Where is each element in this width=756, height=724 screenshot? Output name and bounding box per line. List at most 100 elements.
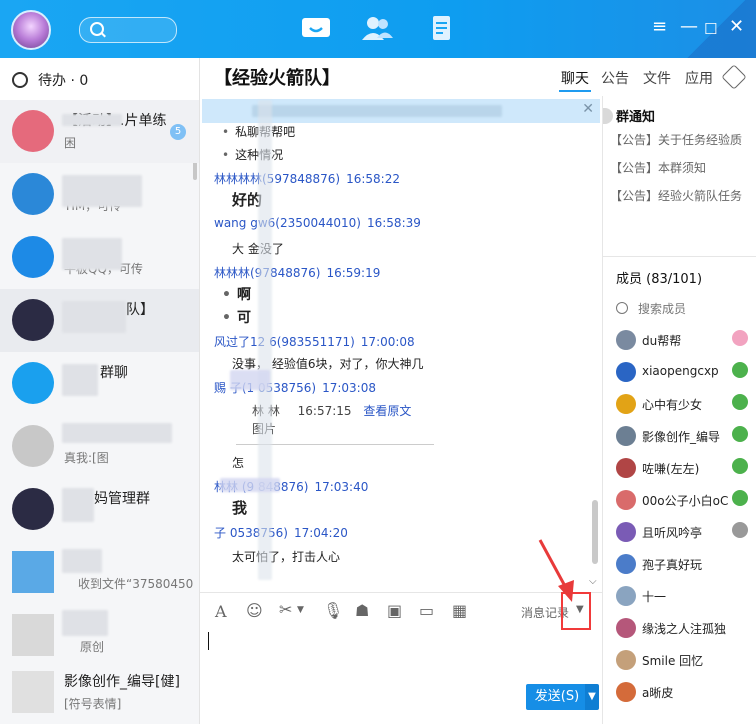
send-button[interactable]: 发送(S) (526, 684, 588, 710)
apps-tab[interactable] (424, 14, 458, 42)
search-icon (616, 302, 628, 314)
conversation-item[interactable]: 队】 (0, 289, 199, 352)
member-name: 影像创作_编导 (642, 430, 721, 444)
conversation-item[interactable]: 影像创作_编导[健] [符号表情] (0, 661, 199, 724)
maximize-icon[interactable]: ☐ (704, 20, 717, 38)
member-search[interactable]: 搜索成员 (616, 300, 686, 317)
member-role-icon (732, 490, 748, 506)
member-item[interactable]: 咗嗛(左左) (616, 456, 752, 484)
settings-icon[interactable] (721, 64, 747, 90)
message-time: 16:58:39 (366, 216, 421, 230)
message-sender[interactable]: 子 0538756) (214, 526, 288, 540)
avatar (12, 425, 54, 467)
contacts-icon (362, 17, 393, 40)
message-time: 17:03:08 (322, 381, 376, 395)
tab-chat[interactable]: 聊天 (561, 68, 589, 88)
member-name: 心中有少女 (642, 398, 703, 412)
conversation-preview: [符号表情] (64, 697, 122, 711)
chevron-down-icon[interactable]: ⌵ (589, 576, 597, 587)
member-item[interactable]: 且听风吟亭 (616, 520, 752, 548)
member-name: xiaopengcxp (642, 364, 719, 378)
message-header: 林林林林(597848876) 16:58:22 (214, 170, 400, 187)
todo-bar[interactable]: 待办 · 0 (0, 58, 199, 100)
global-search-button[interactable] (79, 17, 177, 43)
avatar (616, 490, 636, 510)
member-role-icon (732, 426, 748, 442)
member-role-icon (732, 522, 748, 538)
font-icon[interactable]: A (215, 602, 227, 621)
member-item[interactable]: 十一 (616, 584, 752, 612)
chat-title: 【经验火箭队】 (214, 68, 340, 89)
minimize-icon[interactable]: — (680, 18, 698, 36)
notice-item[interactable]: 【公告】经验火箭队任务 (610, 187, 750, 204)
close-icon[interactable]: ✕ (582, 101, 594, 117)
mask-icon[interactable]: ☗ (355, 601, 369, 620)
chat-scrollbar[interactable] (592, 500, 598, 564)
contacts-tab[interactable] (360, 14, 394, 42)
message-sender[interactable]: 风过了12 6(983551171) (214, 335, 355, 349)
conversation-name: 影像创作_编导[健] (64, 674, 180, 690)
user-avatar[interactable] (11, 10, 51, 50)
member-item[interactable]: 缘浅之人注孤独 (616, 616, 752, 644)
conversation-item[interactable]: 原创 (0, 604, 199, 667)
tab-files[interactable]: 文件 (643, 68, 671, 88)
notice-item[interactable]: 【公告】本群须知 (610, 159, 750, 176)
message-time: 17:03:40 (314, 480, 369, 494)
avatar (12, 362, 54, 404)
avatar (12, 488, 54, 530)
avatar (12, 614, 54, 656)
member-item[interactable]: du帮帮 (616, 328, 752, 356)
message-header: 林林林(97848876)16:59:19 (214, 264, 380, 281)
image-icon[interactable]: ▣ (387, 601, 402, 620)
member-role-icon (732, 394, 748, 410)
app-icon[interactable]: ▦ (452, 601, 467, 620)
member-item[interactable]: 孢子真好玩 (616, 552, 752, 580)
conversation-item[interactable]: TIM，可传 (0, 163, 199, 226)
member-item[interactable]: xiaopengcxp (616, 360, 752, 388)
avatar (616, 650, 636, 670)
messages-tab[interactable] (299, 14, 333, 42)
microphone-icon[interactable]: 🎙 (323, 601, 343, 620)
member-role-icon (732, 362, 748, 378)
avatar (616, 426, 636, 446)
conversation-item[interactable]: 【活动】.片单练 困 5 (0, 100, 199, 163)
message-text: 我 (232, 499, 248, 517)
conversation-item[interactable]: 妈管理群 (0, 478, 199, 541)
conversation-item[interactable]: 平板QQ，可传 (0, 226, 199, 289)
emoji-icon[interactable]: ☺ (246, 601, 263, 620)
conversation-item[interactable]: 群聊 (0, 352, 199, 415)
message-text: 可 (222, 307, 251, 327)
blur-mask (62, 301, 126, 333)
close-icon[interactable]: ✕ (729, 18, 744, 36)
avatar (616, 362, 636, 382)
conversation-item[interactable]: 收到文件“37580450 (0, 541, 199, 604)
member-item[interactable]: 心中有少女 (616, 392, 752, 420)
member-role-icon (732, 330, 748, 346)
scissors-icon[interactable]: ✂ (279, 600, 292, 619)
tab-announcement[interactable]: 公告 (601, 68, 629, 88)
todo-label: 待办 · 0 (38, 73, 89, 89)
quote-time: 16:57:15 (297, 404, 352, 418)
member-item[interactable]: a晰皮 (616, 680, 752, 708)
member-item[interactable]: Smile 回忆 (616, 648, 752, 676)
message-sender[interactable]: wang gw6(2350044010) (214, 216, 361, 230)
member-search-placeholder: 搜索成员 (638, 302, 687, 316)
arrow-annotation-icon (538, 539, 574, 602)
menu-icon[interactable]: ≡ (652, 18, 667, 36)
view-original-link[interactable]: 查看原文 (363, 404, 411, 418)
tab-apps[interactable]: 应用 (685, 68, 713, 88)
message-sender[interactable]: 林林林林(597848876) (214, 172, 340, 186)
member-name: 孢子真好玩 (642, 558, 703, 572)
message-time: 17:04:20 (293, 526, 348, 540)
blur-mask (62, 364, 98, 396)
blur-mask (62, 549, 102, 573)
chevron-down-icon[interactable]: ▼ (297, 605, 304, 615)
member-item[interactable]: 00o公子小白oC (616, 488, 752, 516)
group-notice-title: 群通知 (616, 110, 656, 125)
member-item[interactable]: 影像创作_编导 (616, 424, 752, 452)
conversation-item[interactable]: 真我:[图 (0, 415, 199, 478)
message-header: 子 0538756) 17:04:20 (214, 524, 348, 541)
blur-mask (62, 114, 122, 126)
notice-item[interactable]: 【公告】关于任务经验质 (610, 131, 750, 148)
folder-icon[interactable]: ▭ (419, 601, 434, 620)
